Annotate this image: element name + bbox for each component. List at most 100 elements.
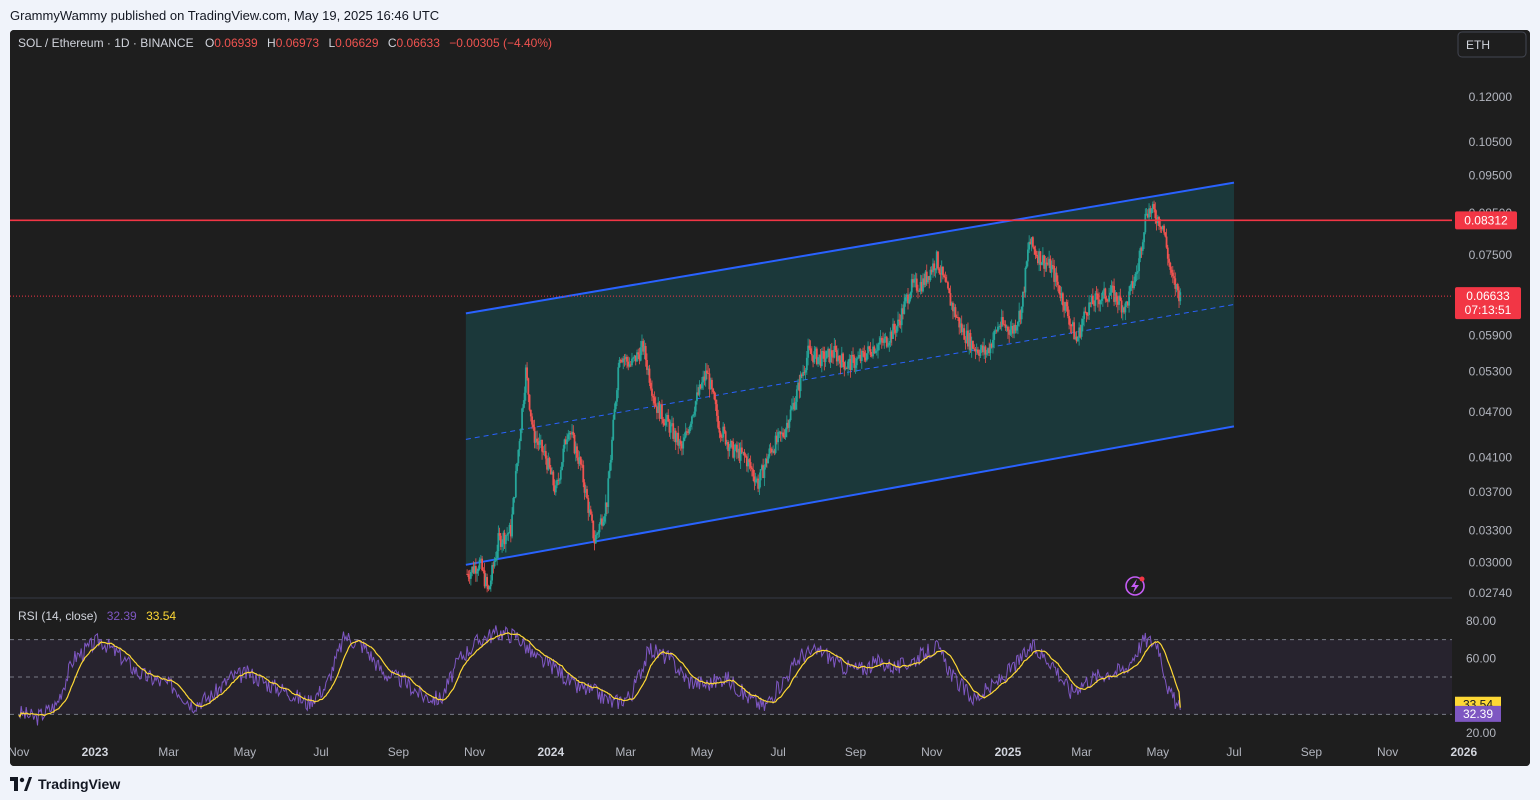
time-tick-label: Nov: [1377, 745, 1398, 759]
chart-panel[interactable]: 0.120000.105000.095000.085000.075000.059…: [10, 30, 1530, 766]
candle-body: [1096, 293, 1099, 300]
rsi-tick-label: 20.00: [1466, 726, 1496, 740]
candle-body: [1027, 249, 1029, 262]
time-tick-label: Sep: [845, 745, 867, 759]
candle-body: [607, 478, 610, 507]
candle-body: [526, 367, 528, 379]
candle-body: [1153, 204, 1155, 210]
candle-body: [717, 415, 720, 428]
price-tick-label: 0.03000: [1469, 556, 1513, 570]
open-value: 0.06939: [214, 36, 258, 50]
candle-body: [653, 397, 656, 404]
high-value: 0.06973: [276, 36, 320, 50]
candle-body: [749, 462, 752, 468]
candle-body: [618, 359, 621, 368]
candle-body: [1055, 272, 1058, 282]
candle-body: [847, 361, 849, 369]
candle-body: [1169, 262, 1172, 270]
candle-body: [893, 323, 896, 330]
candle-body: [1033, 246, 1036, 250]
ohlc-legend: SOL / Ethereum · 1D · BINANCE O0.06939 H…: [18, 36, 552, 50]
candle-body: [1058, 285, 1061, 294]
candle-body: [1124, 303, 1127, 313]
candle-body: [782, 432, 785, 437]
candle-body: [561, 462, 563, 471]
candle-body: [1022, 291, 1024, 307]
candle-body: [489, 580, 492, 587]
candle-body: [639, 347, 642, 361]
candle-body: [855, 358, 858, 366]
candle-body: [1135, 272, 1138, 274]
candle-body: [594, 535, 597, 544]
candle-body: [694, 401, 697, 412]
open-label: O: [205, 36, 214, 50]
candle-body: [934, 268, 937, 271]
candle-body: [904, 297, 907, 302]
candle-body: [481, 558, 484, 571]
candle-body: [718, 427, 721, 433]
currency-badge[interactable]: ETH: [1457, 31, 1527, 58]
time-tick-label: Nov: [921, 745, 942, 759]
candle-body: [885, 336, 888, 347]
candle-body: [632, 357, 635, 359]
candle-body: [979, 349, 982, 356]
candle-body: [608, 470, 611, 479]
candle-body: [644, 346, 647, 360]
time-tick-label: Jul: [770, 745, 785, 759]
candle-body: [1115, 292, 1118, 302]
candle-body: [1002, 317, 1004, 325]
candle-body: [1144, 213, 1147, 233]
rsi-tick-label: 60.00: [1466, 651, 1496, 665]
candle-body: [504, 535, 507, 545]
candle-body: [857, 357, 859, 359]
candle-body: [572, 431, 575, 435]
candle-body: [1099, 300, 1102, 305]
candle-body: [617, 367, 620, 391]
candle-body: [1159, 226, 1162, 227]
published-caption: GrammyWammy published on TradingView.com…: [10, 8, 440, 23]
candle-body: [513, 497, 516, 499]
candle-body: [486, 577, 489, 586]
candle-body: [648, 368, 651, 383]
candle-body: [576, 446, 578, 458]
candle-body: [522, 404, 525, 409]
rsi-legend-ma-value: 33.54: [146, 609, 176, 623]
candle-body: [719, 432, 722, 438]
candle-body: [830, 350, 833, 357]
candle-body: [558, 479, 561, 481]
candle-body: [544, 451, 547, 459]
time-tick-label: 2026: [1450, 745, 1477, 759]
candle-body: [631, 358, 633, 366]
candle-body: [1110, 285, 1113, 293]
candle-body: [598, 523, 601, 533]
candle-body: [602, 521, 605, 526]
candle-body: [1084, 311, 1087, 313]
candle-body: [1076, 337, 1079, 342]
candle-body: [609, 460, 612, 471]
candle-body: [1025, 261, 1028, 268]
candle-body: [1080, 324, 1083, 337]
candle-body: [1032, 237, 1034, 247]
candle-body: [1091, 295, 1094, 305]
candle-body: [1165, 236, 1168, 248]
candle-body: [654, 403, 657, 407]
candle-body: [1154, 209, 1157, 219]
chart-svg[interactable]: 0.120000.105000.095000.085000.075000.059…: [10, 30, 1530, 766]
candle-body: [591, 514, 593, 521]
candle-body: [1143, 232, 1145, 243]
tradingview-footer[interactable]: TradingView: [10, 774, 120, 794]
candle-body: [1083, 311, 1086, 319]
price-tick-label: 0.09500: [1469, 168, 1513, 182]
candle-body: [820, 351, 823, 367]
close-value: 0.06633: [397, 36, 441, 50]
candle-body: [744, 455, 747, 457]
rsi-legend: RSI (14, close) 32.39 33.54: [18, 609, 176, 623]
candle-body: [731, 441, 733, 442]
candle-body: [713, 391, 716, 400]
candle-body: [763, 466, 766, 478]
candle-body: [993, 330, 996, 340]
candle-body: [596, 533, 598, 536]
candle-body: [531, 416, 533, 425]
candle-body: [476, 571, 479, 574]
candle-body: [612, 419, 615, 440]
